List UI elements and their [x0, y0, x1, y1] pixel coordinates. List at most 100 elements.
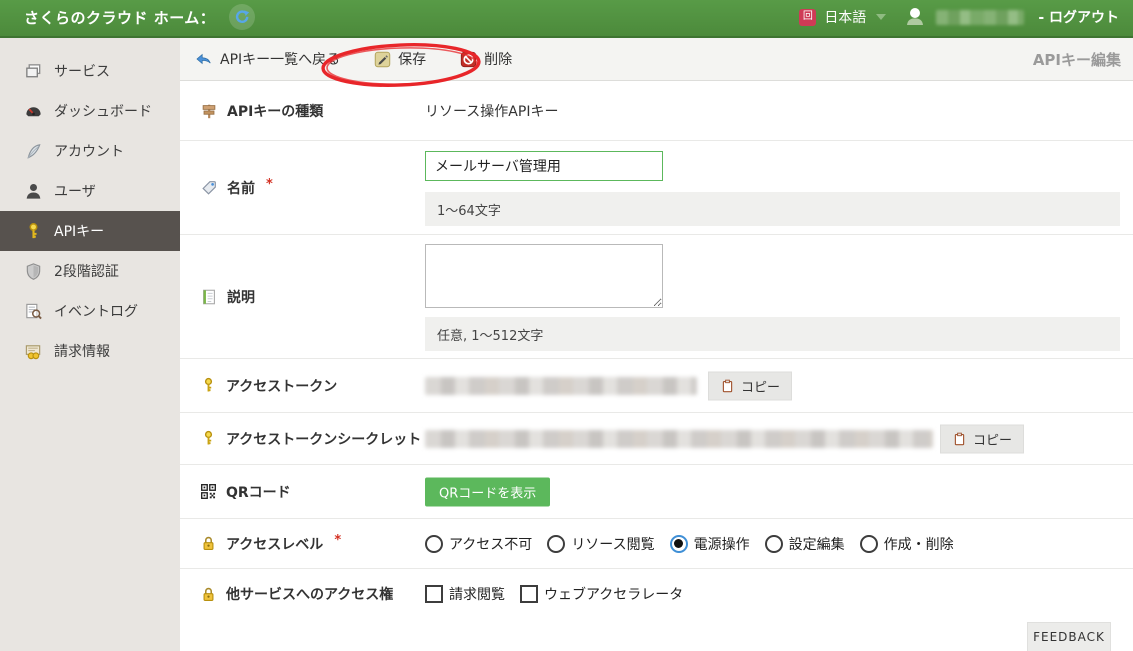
- app-window: さくらのクラウド ホーム： 回 日本語 - ログアウト サービ: [0, 0, 1133, 651]
- sidebar-item-services[interactable]: サービス: [0, 51, 180, 91]
- sidebar-item-label: APIキー: [54, 221, 104, 241]
- lock-icon: [200, 535, 217, 552]
- radio-option-resource-view[interactable]: リソース閲覧: [547, 534, 654, 554]
- sidebar-item-dashboard[interactable]: ダッシュボード: [0, 91, 180, 131]
- note-icon: [200, 288, 218, 306]
- main-content: APIキー一覧へ戻る 保存 削除 APIキー編集: [180, 38, 1133, 651]
- radio-label: 電源操作: [694, 534, 750, 554]
- form-row-name: 名前 * 1〜64文字: [180, 141, 1133, 235]
- key-small-icon: [200, 377, 217, 394]
- qr-label-group: QRコード: [200, 482, 291, 502]
- sidebar: サービス ダッシュボード アカウント ユーザ: [0, 38, 180, 651]
- radio-label: 作成・削除: [884, 534, 954, 554]
- key-type-label-group: APIキーの種類: [200, 101, 323, 121]
- topbar: さくらのクラウド ホーム： 回 日本語 - ログアウト: [0, 0, 1133, 38]
- description-hint: 任意, 1〜512文字: [425, 317, 1120, 351]
- shield-icon: [24, 262, 43, 281]
- delete-icon: [460, 51, 477, 68]
- secret-label-group: アクセストークンシークレット: [200, 429, 421, 449]
- access-token-label-group: アクセストークン: [200, 376, 337, 396]
- quill-icon: [24, 142, 43, 161]
- sidebar-item-label: アカウント: [54, 141, 124, 161]
- back-to-list-button[interactable]: APIキー一覧へ戻る: [195, 49, 340, 69]
- radio-icon[interactable]: [547, 535, 565, 553]
- sidebar-item-eventlog[interactable]: イベントログ: [0, 291, 180, 331]
- name-label: 名前: [227, 178, 255, 198]
- secret-label: アクセストークンシークレット: [226, 429, 421, 449]
- form-row-description: 説明 任意, 1〜512文字: [180, 235, 1133, 359]
- refresh-button[interactable]: [229, 4, 255, 30]
- other-services-label: 他サービスへのアクセス権: [226, 584, 393, 604]
- qr-icon: [200, 483, 217, 500]
- key-icon: [24, 222, 43, 241]
- name-label-group: 名前 *: [200, 178, 273, 198]
- form-row-access-level: アクセスレベル * アクセス不可 リソース閲覧 電源操作: [180, 519, 1133, 569]
- lock-icon: [200, 586, 217, 603]
- description-textarea[interactable]: [425, 244, 663, 308]
- toolbar: APIキー一覧へ戻る 保存 削除 APIキー編集: [180, 38, 1133, 81]
- delete-button[interactable]: 削除: [460, 49, 512, 69]
- form-row-qr: QRコード QRコードを表示: [180, 465, 1133, 519]
- checkbox-option-web-accelerator[interactable]: ウェブアクセラレータ: [520, 584, 683, 604]
- clipboard-icon: [720, 378, 735, 393]
- access-token-label: アクセストークン: [226, 376, 337, 396]
- services-icon: [24, 62, 43, 81]
- sidebar-item-billing[interactable]: 請求情報: [0, 331, 180, 371]
- sidebar-item-label: ユーザ: [54, 181, 96, 201]
- sidebar-item-label: サービス: [54, 61, 110, 81]
- secret-redacted: [425, 430, 933, 448]
- signpost-icon: [200, 102, 218, 120]
- radio-icon[interactable]: [860, 535, 878, 553]
- key-type-value: リソース操作APIキー: [425, 101, 558, 121]
- name-input[interactable]: [425, 151, 663, 181]
- access-token-redacted: [425, 377, 697, 395]
- chevron-down-icon[interactable]: [876, 14, 886, 20]
- radio-icon[interactable]: [765, 535, 783, 553]
- radio-icon-selected[interactable]: [670, 535, 688, 553]
- checkbox-label: 請求閲覧: [449, 584, 505, 604]
- checkbox-icon[interactable]: [425, 585, 443, 603]
- sidebar-item-api-key[interactable]: APIキー: [0, 211, 180, 251]
- key-small-icon: [200, 430, 217, 447]
- sidebar-item-users[interactable]: ユーザ: [0, 171, 180, 211]
- radio-label: リソース閲覧: [571, 534, 654, 554]
- sidebar-item-account[interactable]: アカウント: [0, 131, 180, 171]
- access-level-label: アクセスレベル: [226, 534, 323, 554]
- sidebar-item-2fa[interactable]: 2段階認証: [0, 251, 180, 291]
- name-hint: 1〜64文字: [425, 192, 1120, 226]
- form-row-other-services: 他サービスへのアクセス権 請求閲覧 ウェブアクセラレータ: [180, 569, 1133, 619]
- key-type-label: APIキーの種類: [227, 101, 323, 121]
- radio-option-power-ops[interactable]: 電源操作: [670, 534, 750, 554]
- save-label: 保存: [398, 49, 426, 69]
- radio-label: アクセス不可: [449, 534, 532, 554]
- sidebar-item-label: ダッシュボード: [54, 101, 152, 121]
- copy-secret-button[interactable]: コピー: [940, 424, 1024, 453]
- show-qr-button[interactable]: QRコードを表示: [425, 477, 550, 506]
- feedback-button[interactable]: FEEDBACK: [1027, 622, 1111, 651]
- radio-option-no-access[interactable]: アクセス不可: [425, 534, 532, 554]
- radio-option-settings-edit[interactable]: 設定編集: [765, 534, 845, 554]
- checkbox-icon[interactable]: [520, 585, 538, 603]
- copy-token-label: コピー: [741, 376, 780, 395]
- user-icon: [24, 182, 43, 201]
- account-name-redacted: [936, 10, 1024, 25]
- sidebar-item-label: 2段階認証: [54, 261, 119, 281]
- description-label-group: 説明: [200, 287, 255, 307]
- user-avatar-icon: [904, 6, 926, 28]
- logout-link[interactable]: - ログアウト: [1038, 7, 1119, 27]
- save-button[interactable]: 保存: [374, 49, 426, 69]
- api-key-form: APIキーの種類 リソース操作APIキー 名前 * 1〜64文字: [180, 81, 1133, 619]
- topbar-right-group: 回 日本語 - ログアウト: [799, 6, 1119, 28]
- other-services-options: 請求閲覧 ウェブアクセラレータ: [425, 584, 683, 604]
- checkbox-option-billing-view[interactable]: 請求閲覧: [425, 584, 505, 604]
- sidebar-item-label: 請求情報: [54, 341, 110, 361]
- tag-icon: [200, 179, 218, 197]
- radio-option-create-delete[interactable]: 作成・削除: [860, 534, 954, 554]
- language-selector[interactable]: 日本語: [824, 7, 866, 27]
- other-services-label-group: 他サービスへのアクセス権: [200, 584, 393, 604]
- dashboard-icon: [24, 102, 43, 121]
- radio-icon[interactable]: [425, 535, 443, 553]
- form-row-access-token-secret: アクセストークンシークレット コピー: [180, 413, 1133, 465]
- checkbox-label: ウェブアクセラレータ: [544, 584, 683, 604]
- copy-token-button[interactable]: コピー: [708, 371, 792, 400]
